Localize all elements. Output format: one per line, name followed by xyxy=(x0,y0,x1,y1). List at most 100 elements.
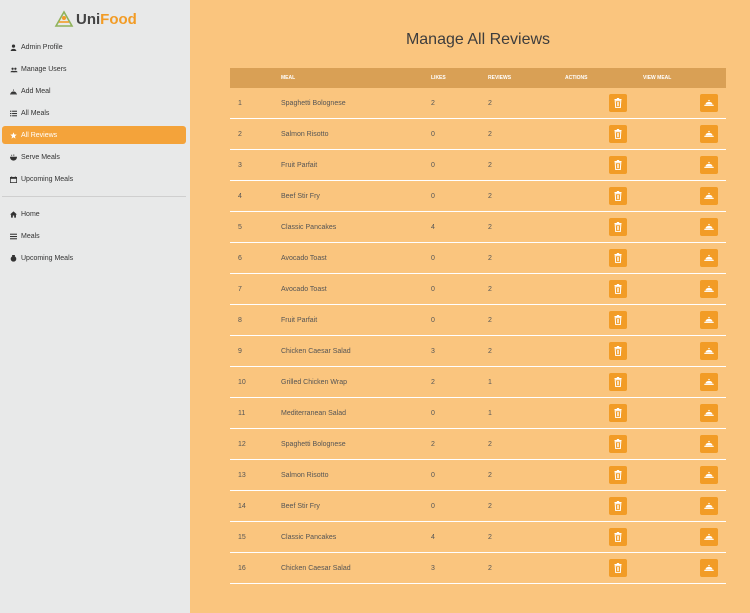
trash-icon xyxy=(614,563,622,573)
delete-review-button[interactable] xyxy=(609,249,627,267)
view-meal-button[interactable] xyxy=(700,249,718,267)
view-meal-button[interactable] xyxy=(700,497,718,515)
view-meal-button[interactable] xyxy=(700,466,718,484)
delete-review-button[interactable] xyxy=(609,497,627,515)
logo-uni-text: Uni xyxy=(76,10,101,28)
sidebar-item-label: Add Meal xyxy=(21,87,51,95)
cell-meal: Mediterranean Salad xyxy=(281,409,346,417)
dish-icon xyxy=(704,130,714,137)
reviews-table: Meal Likes Reviews Actions View Meal 1 S… xyxy=(230,68,726,584)
delete-review-button[interactable] xyxy=(609,404,627,422)
cell-actions xyxy=(565,404,643,422)
cell-likes: 0 xyxy=(431,316,435,324)
view-meal-button[interactable] xyxy=(700,435,718,453)
cell-meal: Beef Stir Fry xyxy=(281,502,320,510)
delete-review-button[interactable] xyxy=(609,466,627,484)
sidebar-item-all-reviews[interactable]: All Reviews xyxy=(2,126,186,144)
cell-view-meal xyxy=(643,497,726,515)
sidebar: UniFood Admin Profile Manage Users Add M… xyxy=(0,0,190,613)
trash-icon xyxy=(614,98,622,108)
delete-review-button[interactable] xyxy=(609,218,627,236)
view-meal-button[interactable] xyxy=(700,218,718,236)
header-meal: Meal xyxy=(281,75,296,81)
header-reviews: Reviews xyxy=(488,75,512,81)
cell-reviews: 2 xyxy=(488,347,492,355)
view-meal-button[interactable] xyxy=(700,187,718,205)
dish-icon xyxy=(704,161,714,168)
view-meal-button[interactable] xyxy=(700,528,718,546)
sidebar-item-all-meals[interactable]: All Meals xyxy=(2,104,186,122)
cell-num: 6 xyxy=(238,254,242,262)
sidebar-item-upcoming-meals[interactable]: Upcoming Meals xyxy=(2,170,186,188)
cell-reviews: 2 xyxy=(488,502,492,510)
main-content: Manage All Reviews Meal Likes Reviews Ac… xyxy=(190,0,750,613)
view-meal-button[interactable] xyxy=(700,559,718,577)
cell-likes: 2 xyxy=(431,440,435,448)
sidebar-item-label: Admin Profile xyxy=(21,43,63,51)
trash-icon xyxy=(614,439,622,449)
delete-review-button[interactable] xyxy=(609,373,627,391)
cell-reviews: 2 xyxy=(488,440,492,448)
home-icon xyxy=(9,210,18,219)
cell-num: 15 xyxy=(238,533,246,541)
table-row: 7 Avocado Toast 0 2 xyxy=(230,274,726,305)
serve-icon xyxy=(9,153,18,162)
menu-icon xyxy=(9,232,18,241)
view-meal-button[interactable] xyxy=(700,94,718,112)
dish-icon xyxy=(704,502,714,509)
view-meal-button[interactable] xyxy=(700,156,718,174)
cell-reviews: 2 xyxy=(488,533,492,541)
cell-reviews: 1 xyxy=(488,378,492,386)
cell-view-meal xyxy=(643,435,726,453)
trash-icon xyxy=(614,129,622,139)
cell-reviews: 2 xyxy=(488,99,492,107)
calendar-icon xyxy=(9,175,18,184)
view-meal-button[interactable] xyxy=(700,342,718,360)
cell-actions xyxy=(565,528,643,546)
sidebar-item-serve-meals[interactable]: Serve Meals xyxy=(2,148,186,166)
cell-num: 16 xyxy=(238,564,246,572)
cell-likes: 0 xyxy=(431,409,435,417)
sidebar-item-home[interactable]: Home xyxy=(2,205,186,223)
cell-reviews: 2 xyxy=(488,161,492,169)
sidebar-item-manage-users[interactable]: Manage Users xyxy=(2,60,186,78)
delete-review-button[interactable] xyxy=(609,559,627,577)
view-meal-button[interactable] xyxy=(700,404,718,422)
cell-num: 2 xyxy=(238,130,242,138)
delete-review-button[interactable] xyxy=(609,342,627,360)
logo[interactable]: UniFood xyxy=(54,10,137,28)
cell-likes: 0 xyxy=(431,130,435,138)
sidebar-item-meals[interactable]: Meals xyxy=(2,227,186,245)
dish-icon xyxy=(704,254,714,261)
dish-icon xyxy=(704,347,714,354)
view-meal-button[interactable] xyxy=(700,311,718,329)
sidebar-item-add-meal[interactable]: Add Meal xyxy=(2,82,186,100)
delete-review-button[interactable] xyxy=(609,311,627,329)
cell-actions xyxy=(565,187,643,205)
delete-review-button[interactable] xyxy=(609,94,627,112)
table-row: 6 Avocado Toast 0 2 xyxy=(230,243,726,274)
dish-icon xyxy=(704,316,714,323)
star-icon xyxy=(9,131,18,140)
delete-review-button[interactable] xyxy=(609,187,627,205)
dish-icon xyxy=(704,471,714,478)
cell-likes: 3 xyxy=(431,347,435,355)
table-row: 16 Chicken Caesar Salad 3 2 xyxy=(230,553,726,584)
sidebar-item-admin-profile[interactable]: Admin Profile xyxy=(2,38,186,56)
trash-icon xyxy=(614,501,622,511)
dish-icon xyxy=(704,564,714,571)
trash-icon xyxy=(614,532,622,542)
sidebar-item-upcoming-meals-public[interactable]: Upcoming Meals xyxy=(2,249,186,267)
delete-review-button[interactable] xyxy=(609,280,627,298)
view-meal-button[interactable] xyxy=(700,125,718,143)
delete-review-button[interactable] xyxy=(609,528,627,546)
delete-review-button[interactable] xyxy=(609,156,627,174)
trash-icon xyxy=(614,346,622,356)
delete-review-button[interactable] xyxy=(609,435,627,453)
sidebar-nav: Admin Profile Manage Users Add Meal All … xyxy=(0,38,190,271)
cell-likes: 4 xyxy=(431,533,435,541)
view-meal-button[interactable] xyxy=(700,373,718,391)
delete-review-button[interactable] xyxy=(609,125,627,143)
table-row: 11 Mediterranean Salad 0 1 xyxy=(230,398,726,429)
view-meal-button[interactable] xyxy=(700,280,718,298)
